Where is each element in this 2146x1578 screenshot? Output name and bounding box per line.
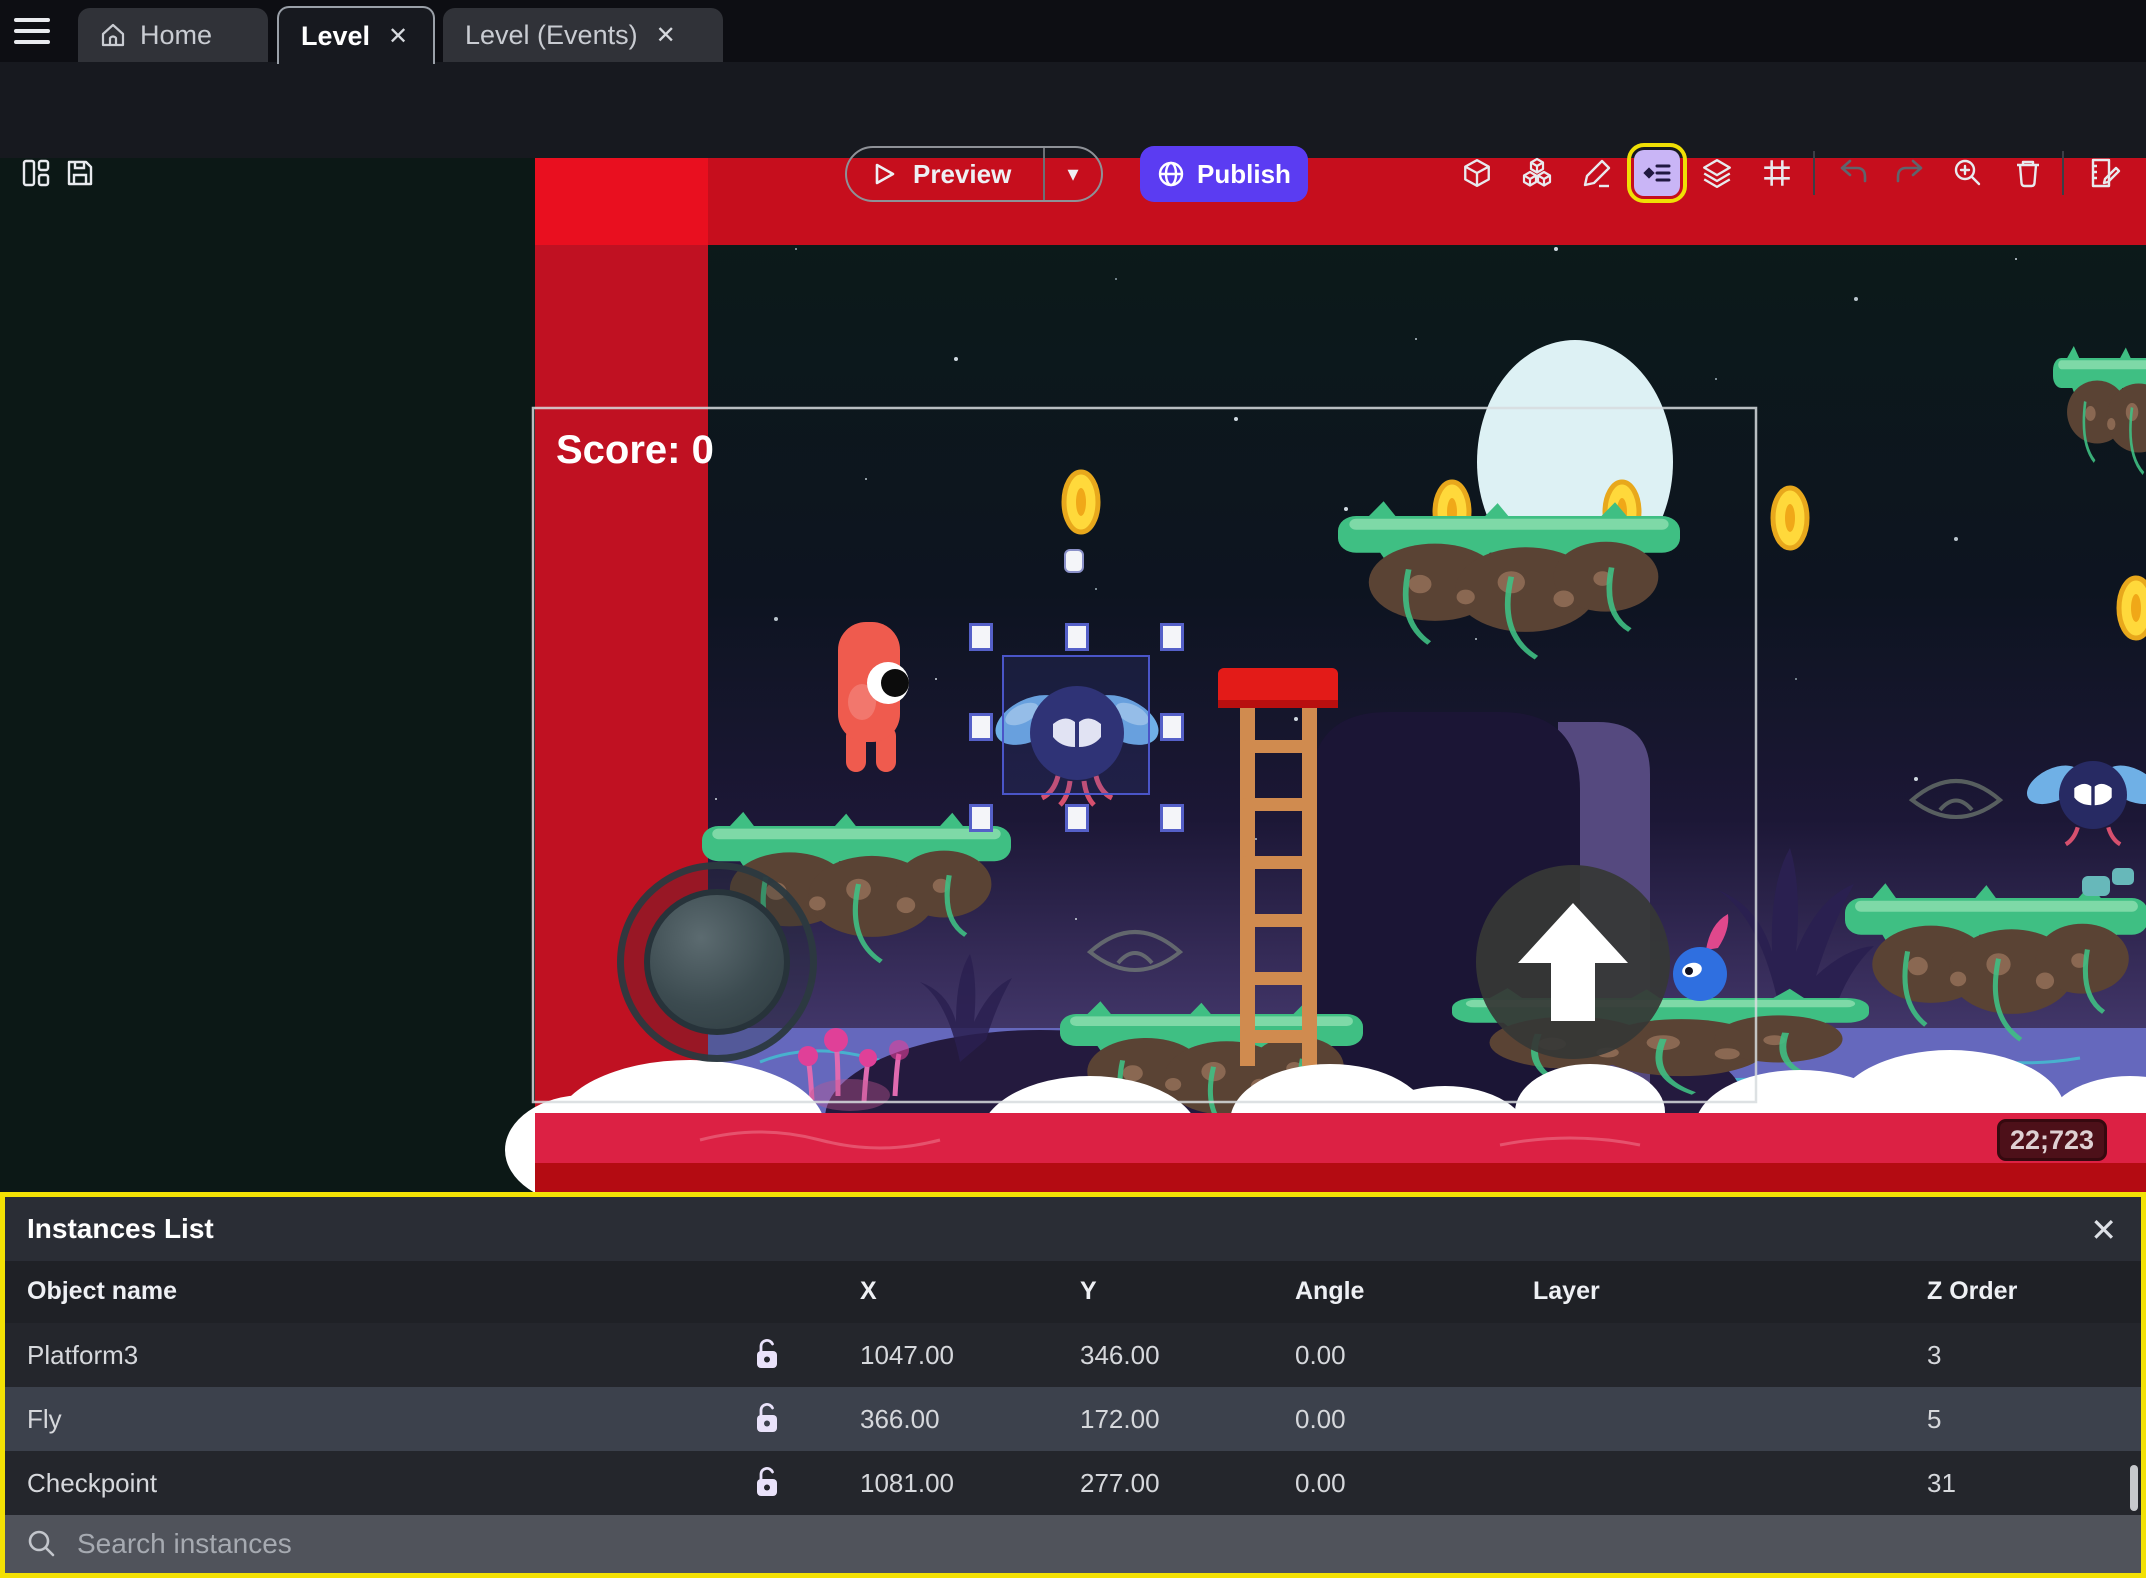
selection-handle[interactable] <box>969 713 993 741</box>
column-object-name: Object name <box>27 1277 178 1305</box>
column-angle: Angle <box>1295 1277 1365 1305</box>
red-band-overlap <box>535 158 708 245</box>
tab-level[interactable]: Level ✕ <box>277 6 435 64</box>
globe-icon <box>1158 161 1184 187</box>
instance-y: 172.00 <box>1080 1404 1160 1434</box>
instance-angle: 0.00 <box>1295 1404 1346 1434</box>
lock-open-icon[interactable] <box>753 1337 781 1371</box>
tab-home[interactable]: Home <box>78 8 268 62</box>
scrollbar-thumb[interactable] <box>2130 1465 2138 1511</box>
selection-handle[interactable] <box>1065 804 1089 832</box>
search-instances-input[interactable] <box>75 1527 1875 1561</box>
search-bar <box>5 1515 2141 1573</box>
zoom-in-icon[interactable] <box>1946 151 1990 195</box>
edit-events-icon[interactable] <box>2083 151 2127 195</box>
tab-level-events[interactable]: Level (Events) ✕ <box>443 8 723 62</box>
instance-name: Checkpoint <box>27 1468 158 1498</box>
undo-icon[interactable] <box>1831 151 1875 195</box>
tab-label: Level (Events) <box>465 19 638 50</box>
virtual-joystick[interactable] <box>617 862 817 1062</box>
instance-name: Fly <box>27 1404 62 1434</box>
instance-x: 1047.00 <box>860 1340 954 1370</box>
instance-row-checkpoint[interactable]: Checkpoint 1081.00 277.00 0.00 31 <box>5 1451 2141 1515</box>
tab-label: Level <box>301 20 371 51</box>
menu-icon[interactable] <box>14 18 50 46</box>
close-tab-icon[interactable]: ✕ <box>384 20 412 53</box>
close-tab-icon[interactable]: ✕ <box>652 19 680 52</box>
instances-list-icon[interactable] <box>1627 143 1687 203</box>
object-groups-icon[interactable] <box>1515 151 1559 195</box>
jump-button[interactable] <box>1476 865 1670 1059</box>
toolbar-divider <box>1813 151 1815 195</box>
selection-handle[interactable] <box>969 623 993 651</box>
lock-open-icon[interactable] <box>753 1465 781 1499</box>
column-z-order: Z Order <box>1927 1277 2018 1305</box>
search-icon <box>28 1530 55 1557</box>
instance-row-fly-selected[interactable]: Fly 366.00 172.00 0.00 5 <box>5 1387 2141 1451</box>
selection-handle[interactable] <box>1160 804 1184 832</box>
instance-angle: 0.00 <box>1295 1340 1346 1370</box>
preview-dropdown[interactable]: ▾ <box>1043 148 1101 200</box>
instance-z: 31 <box>1927 1468 1956 1498</box>
properties-pencil-icon[interactable] <box>1575 151 1619 195</box>
selection-handle[interactable] <box>1160 623 1184 651</box>
selection-handle[interactable] <box>1065 623 1089 651</box>
publish-label: Publish <box>1197 158 1291 189</box>
instance-y: 346.00 <box>1080 1340 1160 1370</box>
column-x: X <box>860 1277 877 1305</box>
chevron-down-icon: ▾ <box>1067 161 1079 186</box>
trash-icon[interactable] <box>2006 151 2050 195</box>
column-layer: Layer <box>1533 1277 1600 1305</box>
table-header: Object name X Y Angle Layer Z Order <box>5 1261 2141 1323</box>
instance-z: 3 <box>1927 1340 1942 1370</box>
redo-icon[interactable] <box>1888 151 1932 195</box>
preview-label: Preview <box>913 158 1012 189</box>
layers-icon[interactable] <box>1695 151 1739 195</box>
home-icon <box>101 23 125 47</box>
rotate-handle[interactable] <box>1064 549 1084 573</box>
panel-title-bar: Instances List ✕ <box>5 1197 2141 1261</box>
tab-bar: Home Level ✕ Level (Events) ✕ <box>0 0 2146 64</box>
instance-z: 5 <box>1927 1404 1942 1434</box>
toolbar-divider <box>2062 151 2064 195</box>
cursor-coordinates-badge: 22;723 <box>1997 1119 2107 1161</box>
instance-y: 277.00 <box>1080 1468 1160 1498</box>
instances-list-panel: Instances List ✕ Object name X Y Angle L… <box>0 1192 2146 1578</box>
instance-x: 366.00 <box>860 1404 940 1434</box>
selection-handle[interactable] <box>1160 713 1184 741</box>
selection-box[interactable] <box>1002 655 1150 795</box>
score-label: Score: 0 <box>556 428 714 472</box>
publish-button[interactable]: Publish <box>1140 146 1308 202</box>
save-icon[interactable] <box>58 151 102 195</box>
gdevelop-editor-window: Score: 0 22;723 Home Level ✕ Level (Even… <box>0 0 2146 1578</box>
grid-icon[interactable] <box>1755 151 1799 195</box>
instance-angle: 0.00 <box>1295 1468 1346 1498</box>
tab-label: Home <box>140 19 213 50</box>
up-arrow-icon <box>1518 903 1628 1021</box>
instance-x: 1081.00 <box>860 1468 954 1498</box>
toolbar: Preview ▾ Publish <box>0 62 2146 203</box>
column-y: Y <box>1080 1277 1097 1305</box>
project-manager-icon[interactable] <box>14 151 58 195</box>
play-icon <box>875 163 895 185</box>
instance-name: Platform3 <box>27 1340 139 1370</box>
instance-row-platform3[interactable]: Platform3 1047.00 346.00 0.00 3 <box>5 1323 2141 1387</box>
preview-button[interactable]: Preview ▾ <box>845 146 1103 202</box>
joystick-knob[interactable] <box>644 889 790 1035</box>
lock-open-icon[interactable] <box>753 1401 781 1435</box>
panel-title: Instances List <box>27 1213 214 1244</box>
close-panel-icon[interactable]: ✕ <box>2090 1211 2117 1249</box>
objects-panel-icon[interactable] <box>1455 151 1499 195</box>
selection-handle[interactable] <box>969 804 993 832</box>
